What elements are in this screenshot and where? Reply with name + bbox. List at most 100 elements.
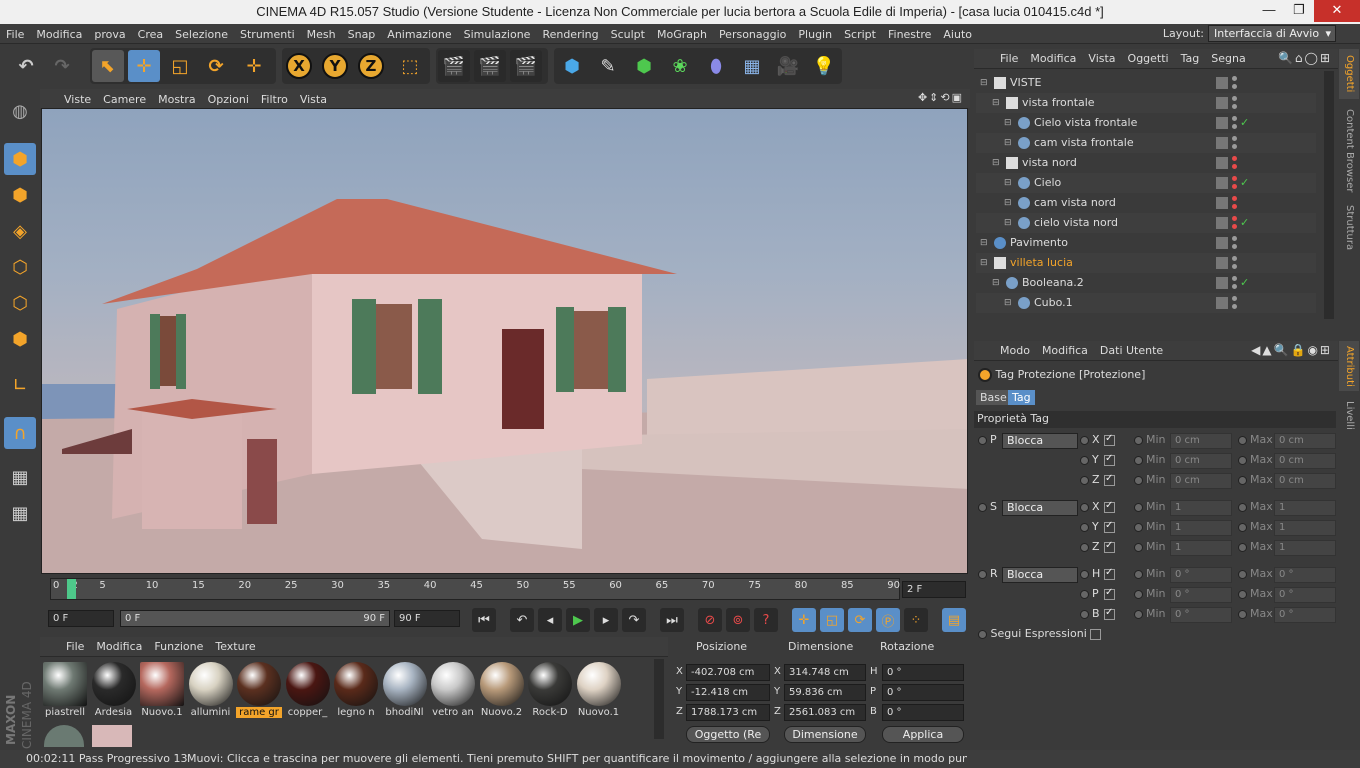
- expand-toggle[interactable]: ⊟: [992, 93, 1000, 113]
- object-row[interactable]: ⊟ Booleana.2 ✓: [976, 273, 1316, 293]
- material-scrollbar[interactable]: [654, 659, 664, 739]
- visibility-dot[interactable]: [1232, 256, 1237, 261]
- material-menu-funzione[interactable]: Funzione: [148, 640, 209, 653]
- polygons-mode-icon[interactable]: ⬢: [4, 323, 36, 355]
- enabled-check-icon[interactable]: ✓: [1240, 173, 1249, 193]
- material-menu-texture[interactable]: Texture: [209, 640, 261, 653]
- object-menu-modifica[interactable]: Modifica: [1024, 52, 1082, 65]
- camera-icon[interactable]: 🎥: [772, 50, 804, 82]
- object-row[interactable]: ⊟ Cielo vista frontale ✓: [976, 113, 1316, 133]
- render-dot[interactable]: [1232, 204, 1237, 209]
- workplane-icon[interactable]: ◍: [4, 95, 36, 127]
- axis-radio[interactable]: [1080, 456, 1089, 465]
- material-swatch[interactable]: Rock-D: [527, 661, 573, 723]
- menu-modifica[interactable]: Modifica: [30, 28, 88, 41]
- next-key-icon[interactable]: ↷: [622, 608, 646, 632]
- deformer-icon[interactable]: ⬮: [700, 50, 732, 82]
- visibility-dot[interactable]: [1232, 296, 1237, 301]
- dimension-field[interactable]: 2561.083 cm: [784, 704, 866, 721]
- viewport-menu-viste[interactable]: Viste: [58, 93, 97, 106]
- min-field[interactable]: 0 cm: [1170, 453, 1232, 469]
- current-frame-field[interactable]: 2 F: [902, 581, 966, 598]
- render-dot[interactable]: [1232, 184, 1237, 189]
- minimize-button[interactable]: —: [1254, 0, 1284, 22]
- visibility-dot[interactable]: [1232, 156, 1237, 161]
- max-radio[interactable]: [1238, 543, 1247, 552]
- object-row[interactable]: ⊟ vista nord: [976, 153, 1316, 173]
- render-dot[interactable]: [1232, 124, 1237, 129]
- follow-radio[interactable]: [978, 629, 987, 639]
- attribute-menu-modifica[interactable]: Modifica: [1036, 344, 1094, 357]
- model-mode-icon[interactable]: ⬢: [4, 143, 36, 175]
- menu-animazione[interactable]: Animazione: [381, 28, 457, 41]
- rotation-field[interactable]: 0 °: [882, 684, 964, 701]
- menu-aiuto[interactable]: Aiuto: [937, 28, 978, 41]
- rotation-field[interactable]: 0 °: [882, 704, 964, 721]
- render-dot[interactable]: [1232, 144, 1237, 149]
- menu-script[interactable]: Script: [838, 28, 882, 41]
- expand-toggle[interactable]: ⊟: [1004, 193, 1012, 213]
- position-field[interactable]: -12.418 cm: [686, 684, 770, 701]
- expand-toggle[interactable]: ⊟: [992, 273, 1000, 293]
- visibility-dot[interactable]: [1232, 116, 1237, 121]
- timeline-window-icon[interactable]: ▤: [942, 608, 966, 632]
- subdivision-icon[interactable]: ⬢: [628, 50, 660, 82]
- max-radio[interactable]: [1238, 610, 1247, 619]
- render-dot[interactable]: [1232, 284, 1237, 289]
- viewport-menu-camere[interactable]: Camere: [97, 93, 152, 106]
- menu-mograph[interactable]: MoGraph: [651, 28, 713, 41]
- prev-frame-icon[interactable]: ◂: [538, 608, 562, 632]
- visibility-dot[interactable]: [1232, 96, 1237, 101]
- max-field[interactable]: 0 cm: [1274, 473, 1336, 489]
- tab-attributes[interactable]: Attributi: [1339, 341, 1359, 391]
- material-swatch[interactable]: allumini: [188, 661, 234, 723]
- min-radio[interactable]: [1134, 456, 1143, 465]
- max-field[interactable]: 1: [1274, 540, 1336, 556]
- max-field[interactable]: 0 °: [1274, 587, 1336, 603]
- menu-prova[interactable]: prova: [88, 28, 131, 41]
- menu-finestre[interactable]: Finestre: [882, 28, 937, 41]
- follow-checkbox[interactable]: [1090, 628, 1102, 640]
- undo-icon[interactable]: ↶: [10, 50, 42, 82]
- rotation-field[interactable]: 0 °: [882, 664, 964, 681]
- object-row[interactable]: ⊟ VISTE: [976, 73, 1316, 93]
- enabled-check-icon[interactable]: ✓: [1240, 113, 1249, 133]
- material-swatch[interactable]: Nuovo.2: [479, 661, 525, 723]
- menu-strumenti[interactable]: Strumenti: [234, 28, 301, 41]
- visibility-dot[interactable]: [1232, 236, 1237, 241]
- next-frame-icon[interactable]: ▸: [594, 608, 618, 632]
- spline-pen-icon[interactable]: ✎: [592, 50, 624, 82]
- axis-mode-icon[interactable]: ∟: [4, 369, 36, 401]
- object-row[interactable]: ⊟ vista frontale: [976, 93, 1316, 113]
- min-radio[interactable]: [1134, 503, 1143, 512]
- axis-radio[interactable]: [1080, 503, 1089, 512]
- lock-workplane-icon[interactable]: ▦: [4, 461, 36, 493]
- min-field[interactable]: 0 °: [1170, 567, 1232, 583]
- coordinate-system-icon[interactable]: ⬚: [394, 50, 426, 82]
- material-swatch[interactable]: rame gr: [236, 661, 282, 723]
- dimension-field[interactable]: 314.748 cm: [784, 664, 866, 681]
- close-button[interactable]: ✕: [1314, 0, 1360, 22]
- group-radio[interactable]: [978, 503, 987, 512]
- tab-objects[interactable]: Oggetti: [1339, 49, 1359, 99]
- min-field[interactable]: 1: [1170, 540, 1232, 556]
- max-field[interactable]: 1: [1274, 500, 1336, 516]
- recent-tools-icon[interactable]: ✛: [238, 50, 270, 82]
- array-icon[interactable]: ❀: [664, 50, 696, 82]
- render-dot[interactable]: [1232, 244, 1237, 249]
- expand-toggle[interactable]: ⊟: [980, 73, 988, 93]
- render-dot[interactable]: [1232, 84, 1237, 89]
- position-field[interactable]: -402.708 cm: [686, 664, 770, 681]
- axis-checkbox[interactable]: [1104, 520, 1115, 533]
- menu-crea[interactable]: Crea: [132, 28, 169, 41]
- max-radio[interactable]: [1238, 456, 1247, 465]
- points-mode-icon[interactable]: ⬡: [4, 251, 36, 283]
- key-position-icon[interactable]: ✛: [792, 608, 816, 632]
- expand-toggle[interactable]: ⊟: [980, 253, 988, 273]
- viewport-menu-opzioni[interactable]: Opzioni: [202, 93, 255, 106]
- max-radio[interactable]: [1238, 436, 1247, 445]
- max-field[interactable]: 0 cm: [1274, 433, 1336, 449]
- object-row[interactable]: ⊟ cam vista nord: [976, 193, 1316, 213]
- material-swatch[interactable]: Nuovo.1: [139, 661, 185, 723]
- maximize-button[interactable]: ❐: [1284, 0, 1314, 22]
